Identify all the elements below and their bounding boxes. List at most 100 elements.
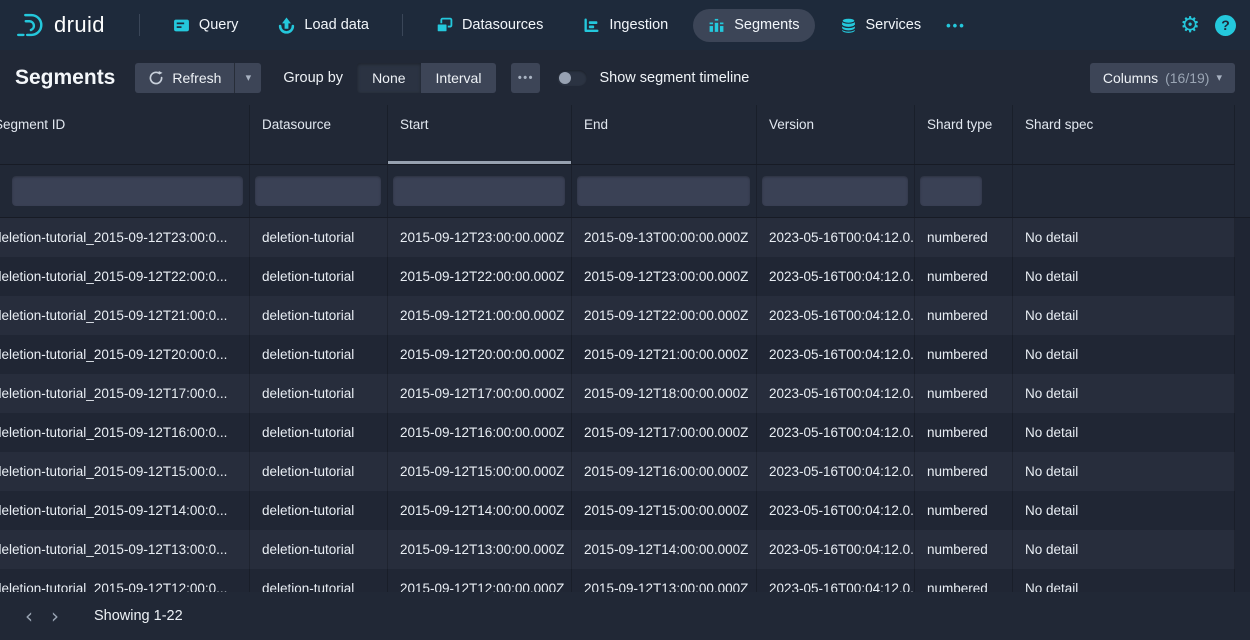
filter-input-datasource[interactable] bbox=[255, 176, 381, 206]
top-nav: druid Query Load data Datasources bbox=[0, 0, 1250, 50]
cell-end: 2015-09-12T14:00:00.000Z bbox=[572, 530, 757, 569]
cell-start: 2015-09-12T12:00:00.000Z bbox=[388, 569, 572, 592]
column-header-shard-type[interactable]: Shard type bbox=[915, 105, 1013, 164]
filter-input-version[interactable] bbox=[762, 176, 908, 206]
cell-end: 2015-09-13T00:00:00.000Z bbox=[572, 218, 757, 257]
cell-shard-type: numbered bbox=[915, 374, 1013, 413]
brand[interactable]: druid bbox=[14, 12, 105, 39]
cell-end: 2015-09-12T18:00:00.000Z bbox=[572, 374, 757, 413]
nav-item-ingestion[interactable]: Ingestion bbox=[568, 9, 683, 42]
column-header-version[interactable]: Version bbox=[757, 105, 915, 164]
cell-start: 2015-09-12T13:00:00.000Z bbox=[388, 530, 572, 569]
gear-icon[interactable]: ⚙ bbox=[1180, 14, 1200, 36]
table-row: deletion-tutorial_2015-09-12T14:00:0...d… bbox=[0, 491, 1235, 530]
cell-end: 2015-09-12T13:00:00.000Z bbox=[572, 569, 757, 592]
table-row: deletion-tutorial_2015-09-12T23:00:0...d… bbox=[0, 218, 1235, 257]
table-filter-row bbox=[0, 165, 1250, 218]
table-row: deletion-tutorial_2015-09-12T21:00:0...d… bbox=[0, 296, 1235, 335]
columns-button[interactable]: Columns (16/19) ▾ bbox=[1090, 63, 1235, 93]
nav-item-label: Query bbox=[199, 17, 239, 33]
cell-version: 2023-05-16T00:04:12.0... bbox=[757, 530, 915, 569]
segments-icon bbox=[708, 17, 725, 34]
filter-input-start[interactable] bbox=[393, 176, 565, 206]
caret-down-icon: ▾ bbox=[246, 71, 252, 84]
cell-version: 2023-05-16T00:04:12.0... bbox=[757, 296, 915, 335]
filter-cell-shard-type bbox=[915, 165, 1013, 217]
refresh-caret-button[interactable]: ▾ bbox=[234, 63, 261, 93]
column-header-label: Start bbox=[400, 117, 429, 132]
cell-version: 2023-05-16T00:04:12.0... bbox=[757, 569, 915, 592]
table-row: deletion-tutorial_2015-09-12T22:00:0...d… bbox=[0, 257, 1235, 296]
cell-segment-id: deletion-tutorial_2015-09-12T22:00:0... bbox=[0, 257, 250, 296]
nav-more-button[interactable]: ••• bbox=[936, 10, 976, 41]
cell-datasource: deletion-tutorial bbox=[250, 491, 388, 530]
nav-item-services[interactable]: Services bbox=[825, 9, 937, 42]
table-body: deletion-tutorial_2015-09-12T23:00:0...d… bbox=[0, 218, 1250, 592]
column-header-segment-id[interactable]: Segment ID bbox=[0, 105, 250, 164]
column-header-label: End bbox=[584, 117, 608, 132]
cell-segment-id: deletion-tutorial_2015-09-12T20:00:0... bbox=[0, 335, 250, 374]
nav-item-label: Load data bbox=[304, 17, 369, 33]
nav-item-datasources[interactable]: Datasources bbox=[421, 9, 558, 42]
group-by-none-button[interactable]: None bbox=[357, 63, 420, 93]
column-header-label: Datasource bbox=[262, 117, 331, 132]
cell-version: 2023-05-16T00:04:12.0... bbox=[757, 257, 915, 296]
column-header-shard-spec[interactable]: Shard spec bbox=[1013, 105, 1235, 164]
ingestion-icon bbox=[583, 17, 600, 34]
cell-shard-spec: No detail bbox=[1013, 530, 1235, 569]
cell-end: 2015-09-12T22:00:00.000Z bbox=[572, 296, 757, 335]
next-page-button[interactable]: › bbox=[42, 603, 68, 629]
cell-segment-id: deletion-tutorial_2015-09-12T14:00:0... bbox=[0, 491, 250, 530]
filter-input-shard-type[interactable] bbox=[920, 176, 982, 206]
cell-start: 2015-09-12T15:00:00.000Z bbox=[388, 452, 572, 491]
table-row: deletion-tutorial_2015-09-12T15:00:0...d… bbox=[0, 452, 1235, 491]
cell-shard-spec: No detail bbox=[1013, 491, 1235, 530]
column-header-label: Shard type bbox=[927, 117, 992, 132]
cell-shard-type: numbered bbox=[915, 491, 1013, 530]
cell-end: 2015-09-12T15:00:00.000Z bbox=[572, 491, 757, 530]
cell-start: 2015-09-12T16:00:00.000Z bbox=[388, 413, 572, 452]
refresh-split-button: Refresh ▾ bbox=[135, 63, 261, 93]
cell-shard-type: numbered bbox=[915, 569, 1013, 592]
column-header-end[interactable]: End bbox=[572, 105, 757, 164]
cell-start: 2015-09-12T21:00:00.000Z bbox=[388, 296, 572, 335]
group-by-interval-button[interactable]: Interval bbox=[421, 63, 497, 93]
datasources-icon bbox=[436, 17, 453, 34]
nav-item-segments[interactable]: Segments bbox=[693, 9, 814, 42]
filter-cell-version bbox=[757, 165, 915, 217]
cell-end: 2015-09-12T21:00:00.000Z bbox=[572, 335, 757, 374]
table-row: deletion-tutorial_2015-09-12T12:00:0...d… bbox=[0, 569, 1235, 592]
previous-page-button[interactable]: ‹ bbox=[16, 603, 42, 629]
columns-label: Columns bbox=[1103, 70, 1158, 86]
cell-segment-id: deletion-tutorial_2015-09-12T21:00:0... bbox=[0, 296, 250, 335]
nav-divider bbox=[402, 14, 403, 36]
druid-console: druid Query Load data Datasources bbox=[0, 0, 1250, 640]
help-icon[interactable]: ? bbox=[1215, 15, 1236, 36]
brand-name: druid bbox=[54, 12, 105, 38]
cell-version: 2023-05-16T00:04:12.0... bbox=[757, 452, 915, 491]
nav-item-load-data[interactable]: Load data bbox=[263, 9, 384, 42]
nav-item-label: Ingestion bbox=[609, 17, 668, 33]
cell-shard-type: numbered bbox=[915, 296, 1013, 335]
showing-count: Showing 1-22 bbox=[94, 608, 183, 624]
cell-segment-id: deletion-tutorial_2015-09-12T17:00:0... bbox=[0, 374, 250, 413]
cell-end: 2015-09-12T23:00:00.000Z bbox=[572, 257, 757, 296]
column-header-label: Shard spec bbox=[1025, 117, 1093, 132]
filter-input-end[interactable] bbox=[577, 176, 750, 206]
cell-version: 2023-05-16T00:04:12.0... bbox=[757, 374, 915, 413]
column-header-datasource[interactable]: Datasource bbox=[250, 105, 388, 164]
pagination-footer: ‹ › Showing 1-22 bbox=[0, 592, 1250, 640]
cell-version: 2023-05-16T00:04:12.0... bbox=[757, 413, 915, 452]
nav-item-query[interactable]: Query bbox=[158, 9, 254, 42]
table-row: deletion-tutorial_2015-09-12T13:00:0...d… bbox=[0, 530, 1235, 569]
cell-shard-type: numbered bbox=[915, 335, 1013, 374]
group-by-label: Group by bbox=[283, 70, 343, 86]
segment-timeline-toggle[interactable] bbox=[557, 70, 587, 86]
column-header-start[interactable]: Start bbox=[388, 105, 572, 164]
query-icon bbox=[173, 17, 190, 34]
filter-input-segment-id[interactable] bbox=[12, 176, 243, 206]
table-row: deletion-tutorial_2015-09-12T17:00:0...d… bbox=[0, 374, 1235, 413]
table-row: deletion-tutorial_2015-09-12T16:00:0...d… bbox=[0, 413, 1235, 452]
refresh-button[interactable]: Refresh bbox=[135, 63, 234, 93]
toolbar-more-button[interactable]: ••• bbox=[511, 63, 540, 93]
